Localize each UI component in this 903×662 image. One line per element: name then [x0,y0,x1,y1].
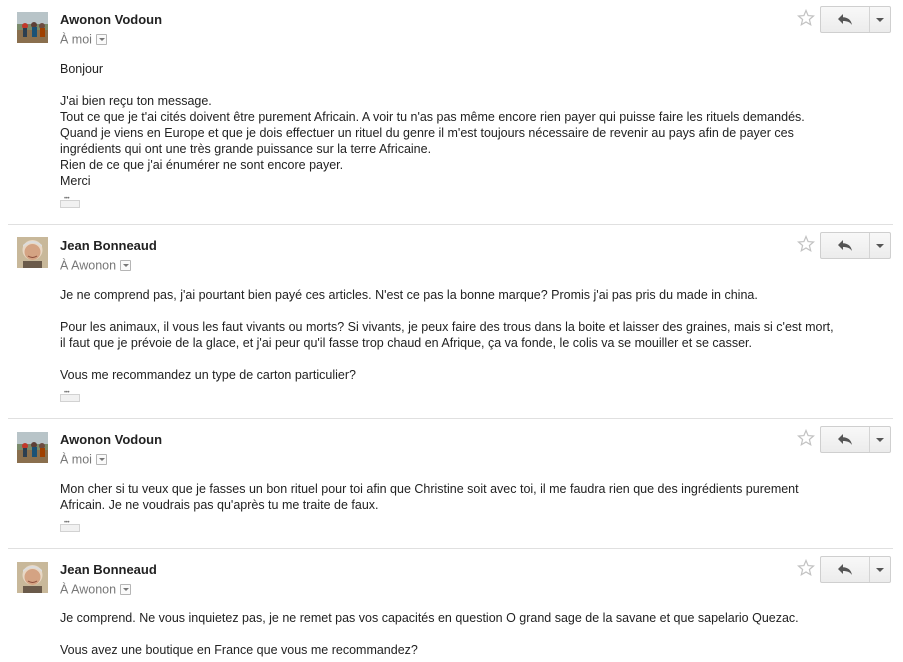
recipient-label: À moi [60,32,92,47]
reply-button-group [820,556,891,583]
reply-icon [838,14,852,25]
show-trimmed-content-button[interactable] [60,390,80,402]
recipient-line[interactable]: À Awonon [60,582,132,597]
recipient-label: À Awonon [60,258,117,273]
more-options-button[interactable] [869,233,891,258]
reply-button[interactable] [821,7,869,32]
sender-name[interactable]: Jean Bonneaud [60,562,157,577]
reply-icon [838,564,852,575]
body-line [60,351,880,367]
body-line: Je comprend. Ne vous inquietez pas, je n… [60,611,799,625]
recipient-line[interactable]: À moi [60,452,107,467]
body-line: Je ne comprend pas, j'ai pourtant bien p… [60,288,758,302]
show-trimmed-content-button[interactable] [60,196,80,208]
avatar-awonon [17,12,48,43]
recipient-label: À Awonon [60,582,117,597]
avatar-jean [17,562,48,593]
show-trimmed-content-button[interactable] [60,520,80,532]
body-line: Merci [60,174,91,188]
message-divider [8,418,893,419]
body-line: ingrédients qui ont une très grande puis… [60,142,432,156]
body-line: Vous avez une boutique en France que vou… [60,643,418,657]
star-icon[interactable] [797,234,815,253]
reply-button[interactable] [821,557,869,582]
message-body: Je ne comprend pas, j'ai pourtant bien p… [60,287,880,383]
details-dropdown-icon[interactable] [95,454,107,466]
recipient-line[interactable]: À moi [60,32,107,47]
body-line: J'ai bien reçu ton message. [60,94,212,108]
star-icon[interactable] [797,428,815,447]
more-options-button[interactable] [869,7,891,32]
body-line: Tout ce que je t'ai cités doivent être p… [60,110,805,124]
message-divider [8,224,893,225]
reply-button-group [820,6,891,33]
avatar-jean [17,237,48,268]
reply-icon [838,434,852,445]
message-divider [8,548,893,549]
message-body: Je comprend. Ne vous inquietez pas, je n… [60,610,880,658]
avatar-awonon [17,432,48,463]
sender-name[interactable]: Jean Bonneaud [60,238,157,253]
recipient-label: À moi [60,452,92,467]
body-line: Africain. Je ne voudrais pas qu'après tu… [60,498,379,512]
body-line: Mon cher si tu veux que je fasses un bon… [60,482,799,496]
body-line [60,626,880,642]
reply-button-group [820,232,891,259]
message-body: Bonjour J'ai bien reçu ton message. Tout… [60,61,880,189]
body-line: Pour les animaux, il vous les faut vivan… [60,320,834,334]
reply-button-group [820,426,891,453]
star-icon[interactable] [797,558,815,577]
details-dropdown-icon[interactable] [120,584,132,596]
body-line: il faut que je prévoie de la glace, et j… [60,336,752,350]
sender-name[interactable]: Awonon Vodoun [60,12,162,27]
more-options-button[interactable] [869,557,891,582]
sender-name[interactable]: Awonon Vodoun [60,432,162,447]
reply-button[interactable] [821,427,869,452]
recipient-line[interactable]: À Awonon [60,258,132,273]
reply-icon [838,240,852,251]
details-dropdown-icon[interactable] [120,260,132,272]
details-dropdown-icon[interactable] [95,34,107,46]
body-line: Rien de ce que j'ai énumérer ne sont enc… [60,158,344,172]
body-line: Quand je viens en Europe et que je dois … [60,126,794,140]
reply-button[interactable] [821,233,869,258]
message-body: Mon cher si tu veux que je fasses un bon… [60,481,880,513]
body-line [60,77,880,93]
star-icon[interactable] [797,8,815,27]
body-line: Bonjour [60,62,104,76]
body-line: Vous me recommandez un type de carton pa… [60,368,356,382]
body-line [60,303,880,319]
more-options-button[interactable] [869,427,891,452]
